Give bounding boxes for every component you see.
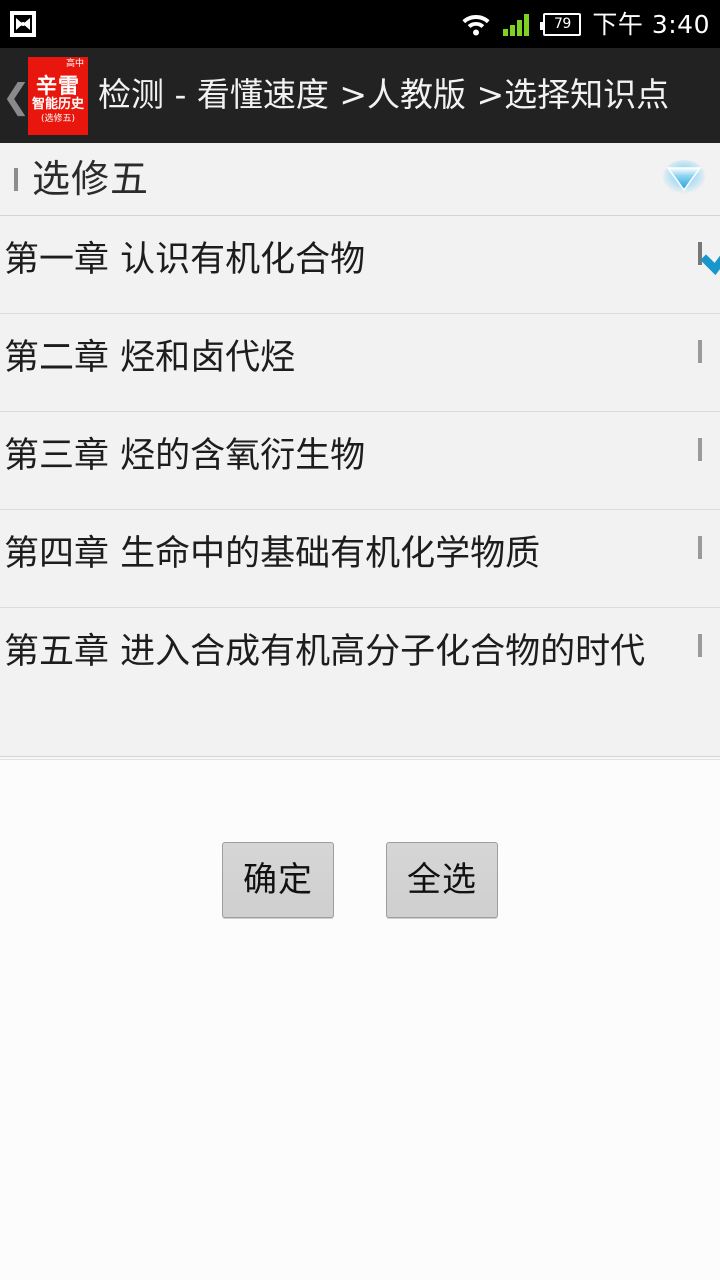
group-header-row[interactable]: 选修五 — [0, 143, 720, 216]
status-bar: 79 下午 3:40 — [0, 0, 720, 48]
button-bar: 确定 全选 — [0, 760, 720, 1000]
chapter-checkbox-wrap[interactable] — [698, 242, 720, 276]
group-header-checkbox[interactable] — [14, 167, 18, 191]
status-bar-indicators: 79 下午 3:40 — [461, 11, 710, 37]
group-header-label: 选修五 — [32, 157, 150, 201]
table-row[interactable]: 第一章 认识有机化合物 — [0, 216, 720, 314]
wifi-icon-svg — [462, 15, 490, 36]
chapter-label: 第一章 认识有机化合物 — [4, 240, 366, 280]
chapter-checkbox[interactable] — [698, 634, 702, 657]
table-row[interactable]: 第三章 烃的含氧衍生物 — [0, 412, 720, 510]
table-row[interactable]: 第五章 进入合成有机高分子化合物的时代 — [0, 608, 720, 756]
confirm-button[interactable]: 确定 — [222, 842, 334, 918]
status-bar-clock: 下午 3:40 — [592, 9, 710, 39]
cell-signal-icon — [502, 11, 532, 37]
triangle-down-icon[interactable] — [662, 160, 706, 198]
triangle-down-icon-svg — [663, 160, 705, 194]
chapter-checkbox[interactable] — [698, 536, 702, 559]
chapter-checkbox-wrap[interactable] — [698, 536, 702, 559]
chapter-label: 第三章 烃的含氧衍生物 — [4, 436, 366, 476]
battery-level-label: 79 — [553, 16, 571, 32]
status-bar-notifications — [8, 9, 38, 39]
app-logo-brand: 辛雷 — [36, 74, 80, 99]
table-row[interactable]: 第四章 生命中的基础有机化学物质 — [0, 510, 720, 608]
app-logo: 高中 辛雷 智能历史 (选修五) — [28, 56, 88, 135]
chapter-checkbox-wrap[interactable] — [698, 634, 702, 657]
back-button[interactable]: ❮ — [2, 80, 31, 114]
select-all-button[interactable]: 全选 — [386, 842, 498, 918]
chapter-checkbox-checked[interactable] — [698, 242, 720, 276]
battery-icon: 79 — [540, 12, 582, 36]
cell-signal-icon-svg — [503, 14, 530, 36]
chapter-checkbox[interactable] — [698, 438, 702, 461]
checkmark-icon — [700, 254, 720, 276]
app-logo-edition: (选修五) — [40, 113, 76, 124]
page-title: 检测 - 看懂速度 >人教版 >选择知识点 — [98, 77, 670, 114]
chapter-label: 第二章 烃和卤代烃 — [4, 338, 296, 378]
app-screen: 79 下午 3:40 ❮ 高中 辛雷 智能历史 (选修五) 检测 - 看懂速度 … — [0, 0, 720, 1280]
chapter-checkbox-wrap[interactable] — [698, 438, 702, 461]
chapter-checkbox[interactable] — [698, 340, 702, 363]
chapter-checkbox-wrap[interactable] — [698, 340, 702, 363]
chapter-list: 第一章 认识有机化合物 第二章 烃和卤代烃 第三章 烃的含氧衍生物 第四章 生命… — [0, 216, 720, 757]
chapter-label: 第五章 进入合成有机高分子化合物的时代 — [4, 632, 646, 672]
butterfly-app-icon — [8, 9, 38, 39]
app-logo-subtitle: 智能历史 — [31, 97, 84, 113]
app-logo-grade: 高中 — [65, 58, 84, 69]
title-bar: ❮ 高中 辛雷 智能历史 (选修五) 检测 - 看懂速度 >人教版 >选择知识点 — [0, 48, 720, 143]
group-header-checkbox-wrap[interactable] — [14, 167, 18, 191]
butterfly-app-icon-svg — [10, 11, 36, 37]
empty-area — [0, 1000, 720, 1280]
wifi-icon — [461, 11, 491, 37]
table-row[interactable]: 第二章 烃和卤代烃 — [0, 314, 720, 412]
chapter-label: 第四章 生命中的基础有机化学物质 — [4, 534, 541, 574]
